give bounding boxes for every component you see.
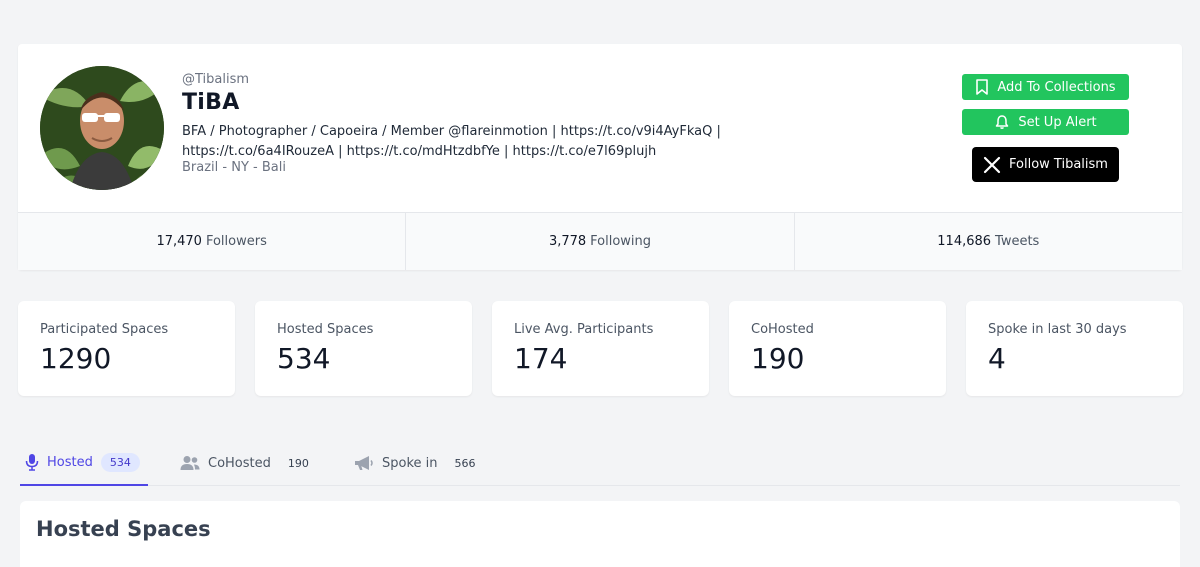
x-logo-icon — [983, 156, 1001, 173]
add-to-collections-button[interactable]: Add To Collections — [962, 74, 1129, 100]
tab-cohosted-label: CoHosted — [208, 455, 271, 471]
microphone-icon — [25, 454, 39, 471]
metric-label: Live Avg. Participants — [514, 322, 654, 337]
metric-card-participated: Participated Spaces 1290 — [18, 301, 235, 396]
tab-spoke-in-label: Spoke in — [382, 455, 438, 471]
bookmark-icon — [976, 79, 989, 95]
stat-label: Followers — [205, 234, 267, 249]
metric-card-cohosted: CoHosted 190 — [729, 301, 946, 396]
section-title: Hosted Spaces — [36, 517, 211, 541]
tab-spoke-in-count: 566 — [445, 453, 485, 473]
add-to-collections-label: Add To Collections — [997, 79, 1116, 95]
set-up-alert-button[interactable]: Set Up Alert — [962, 109, 1129, 135]
follow-label: Follow Tibalism — [1009, 157, 1108, 172]
avatar[interactable] — [40, 66, 164, 190]
stat-value: 3,778 — [548, 234, 587, 249]
stat-value: 17,470 — [156, 234, 202, 249]
hosted-spaces-section: Hosted Spaces — [20, 501, 1180, 567]
metric-card-hosted: Hosted Spaces 534 — [255, 301, 472, 396]
metric-value: 4 — [988, 342, 1006, 375]
tab-spoke-in[interactable]: Spoke in 566 — [354, 440, 485, 486]
profile-card: @Tibalism TiBA BFA / Photographer / Capo… — [18, 44, 1182, 270]
profile-location: Brazil - NY - Bali — [182, 160, 286, 175]
stat-tweets[interactable]: 114,686 Tweets — [795, 213, 1182, 270]
stat-following[interactable]: 3,778 Following — [406, 213, 795, 270]
metric-label: Spoke in last 30 days — [988, 322, 1127, 337]
tab-hosted-label: Hosted — [47, 454, 93, 470]
spaces-tabs: Hosted 534 CoHosted 190 Spoke in 566 — [20, 440, 1180, 486]
megaphone-icon — [355, 456, 373, 470]
profile-bio: BFA / Photographer / Capoeira / Member @… — [182, 124, 721, 159]
stat-label: Following — [590, 234, 652, 249]
metric-card-live-avg: Live Avg. Participants 174 — [492, 301, 709, 396]
stat-followers[interactable]: 17,470 Followers — [18, 213, 407, 270]
tab-hosted[interactable]: Hosted 534 — [20, 440, 148, 486]
avatar-image — [40, 66, 164, 190]
metric-value: 534 — [277, 342, 331, 375]
metric-value: 174 — [514, 342, 568, 375]
set-up-alert-label: Set Up Alert — [1018, 114, 1097, 130]
tab-cohosted-count: 190 — [278, 453, 318, 473]
stats-row: 17,470 Followers 3,778 Following 114,686… — [18, 212, 1182, 270]
metric-label: CoHosted — [751, 322, 814, 337]
users-icon — [180, 456, 200, 470]
follow-button[interactable]: Follow Tibalism — [972, 147, 1119, 182]
tab-hosted-count: 534 — [100, 452, 140, 472]
metric-value: 190 — [751, 342, 805, 375]
profile-name: TiBA — [182, 90, 240, 115]
metric-value: 1290 — [40, 342, 112, 375]
profile-handle: @Tibalism — [182, 72, 250, 87]
stat-label: Tweets — [995, 234, 1040, 249]
metric-label: Participated Spaces — [40, 322, 169, 337]
stat-value: 114,686 — [937, 234, 992, 249]
bell-icon — [996, 115, 1009, 129]
metric-label: Hosted Spaces — [277, 322, 374, 337]
tab-cohosted[interactable]: CoHosted 190 — [180, 440, 318, 486]
metric-card-spoke-30d: Spoke in last 30 days 4 — [966, 301, 1183, 396]
